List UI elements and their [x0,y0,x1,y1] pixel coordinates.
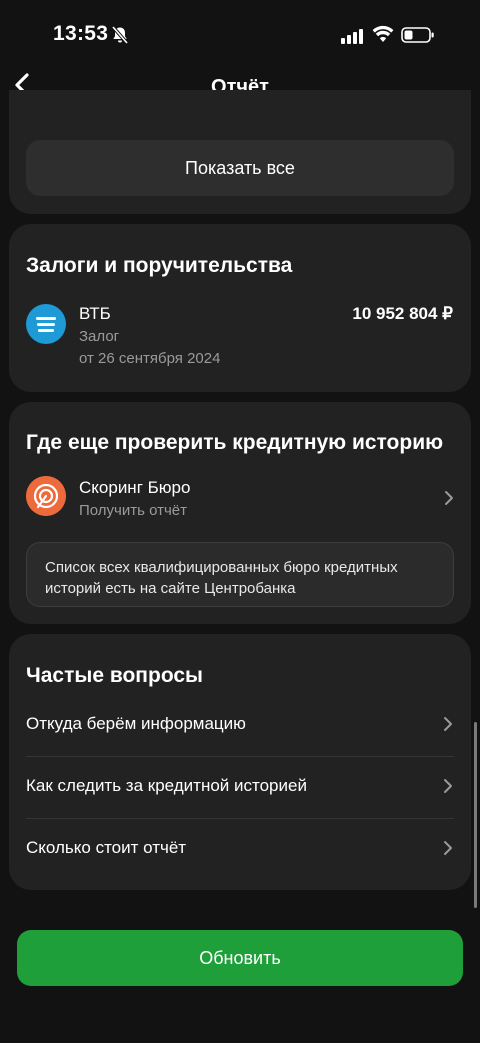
collateral-amount: 10 952 804 ₽ [352,304,453,323]
faq-item-label: Как следить за кредитной историей [26,776,307,795]
faq-item-label: Откуда берём информацию [26,714,246,733]
status-time: 13:53 [53,22,109,45]
update-button[interactable]: Обновить [17,930,463,986]
faq-title: Частые вопросы [26,664,203,687]
collateral-title: Залоги и поручительства [26,254,293,277]
chevron-right-icon [444,779,452,793]
collateral-bank-name: ВТБ [79,304,111,323]
cbr-info-box: Список всех квалифицированных бюро креди… [26,542,454,607]
scoring-bureau-subtitle: Получить отчёт [79,502,188,519]
collateral-type: Залог [79,328,120,345]
scrollbar[interactable] [474,722,477,908]
scoring-bureau-name[interactable]: Скоринг Бюро [79,478,190,498]
chevron-right-icon [444,717,452,731]
faq-item[interactable]: Сколько стоит отчёт [26,818,454,880]
show-all-button[interactable]: Показать все [26,140,454,196]
where-check-title: Где еще проверить кредитную историю [26,431,444,454]
status-bar: 13:53 [0,0,480,70]
faq-item-label: Сколько стоит отчёт [26,838,187,857]
scoring-bureau-logo-icon [26,476,66,516]
chevron-right-icon [444,841,452,855]
faq-item[interactable]: Как следить за кредитной историей [26,756,454,818]
chevron-right-icon[interactable] [443,490,455,506]
wifi-icon [372,25,394,42]
collateral-card: Залоги и поручительства ВТБ 10 952 804 ₽… [9,224,471,392]
battery-icon [401,27,434,43]
faq-card: Частые вопросы Откуда берём информацию К… [9,634,471,890]
faq-item[interactable]: Откуда берём информацию [26,694,454,756]
report-section-card: Показать все [9,90,471,214]
vtb-logo-icon [26,304,66,344]
cellular-signal-icon [341,29,363,44]
collateral-date: от 26 сентября 2024 [79,350,221,367]
where-check-card: Где еще проверить кредитную историю Скор… [9,402,471,624]
bell-muted-icon [111,25,129,45]
